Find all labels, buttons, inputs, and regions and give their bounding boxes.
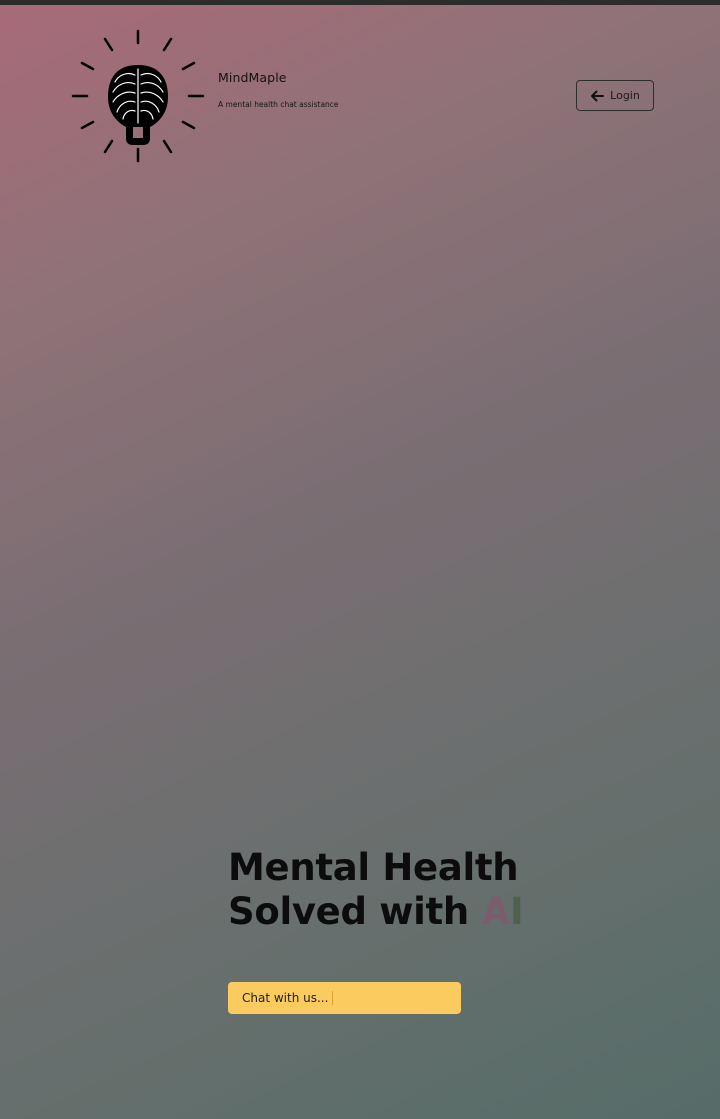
chat-button-label: Chat with us...: [242, 991, 329, 1005]
login-label: Login: [610, 89, 640, 102]
brain-lightbulb-icon: [68, 27, 208, 167]
hero-ai-a: A: [481, 890, 511, 933]
brand-name: MindMaple: [218, 70, 287, 85]
brand-tagline: A mental health chat assistance: [218, 100, 339, 109]
arrow-left-icon: [590, 90, 605, 102]
hero-heading: Mental Health Solved with AI: [228, 846, 528, 934]
hero-line-1: Mental Health: [228, 846, 519, 889]
login-button[interactable]: Login: [576, 80, 654, 111]
top-strip: [0, 0, 720, 5]
hero-ai-i: I: [509, 890, 524, 933]
hero-line-2: Solved with AI: [228, 890, 528, 934]
brand: MindMaple A mental health chat assistanc…: [218, 70, 339, 109]
typing-caret: [332, 991, 334, 1005]
hero-line-2-prefix: Solved with: [228, 890, 482, 933]
chat-with-us-button[interactable]: Chat with us...: [228, 982, 461, 1014]
